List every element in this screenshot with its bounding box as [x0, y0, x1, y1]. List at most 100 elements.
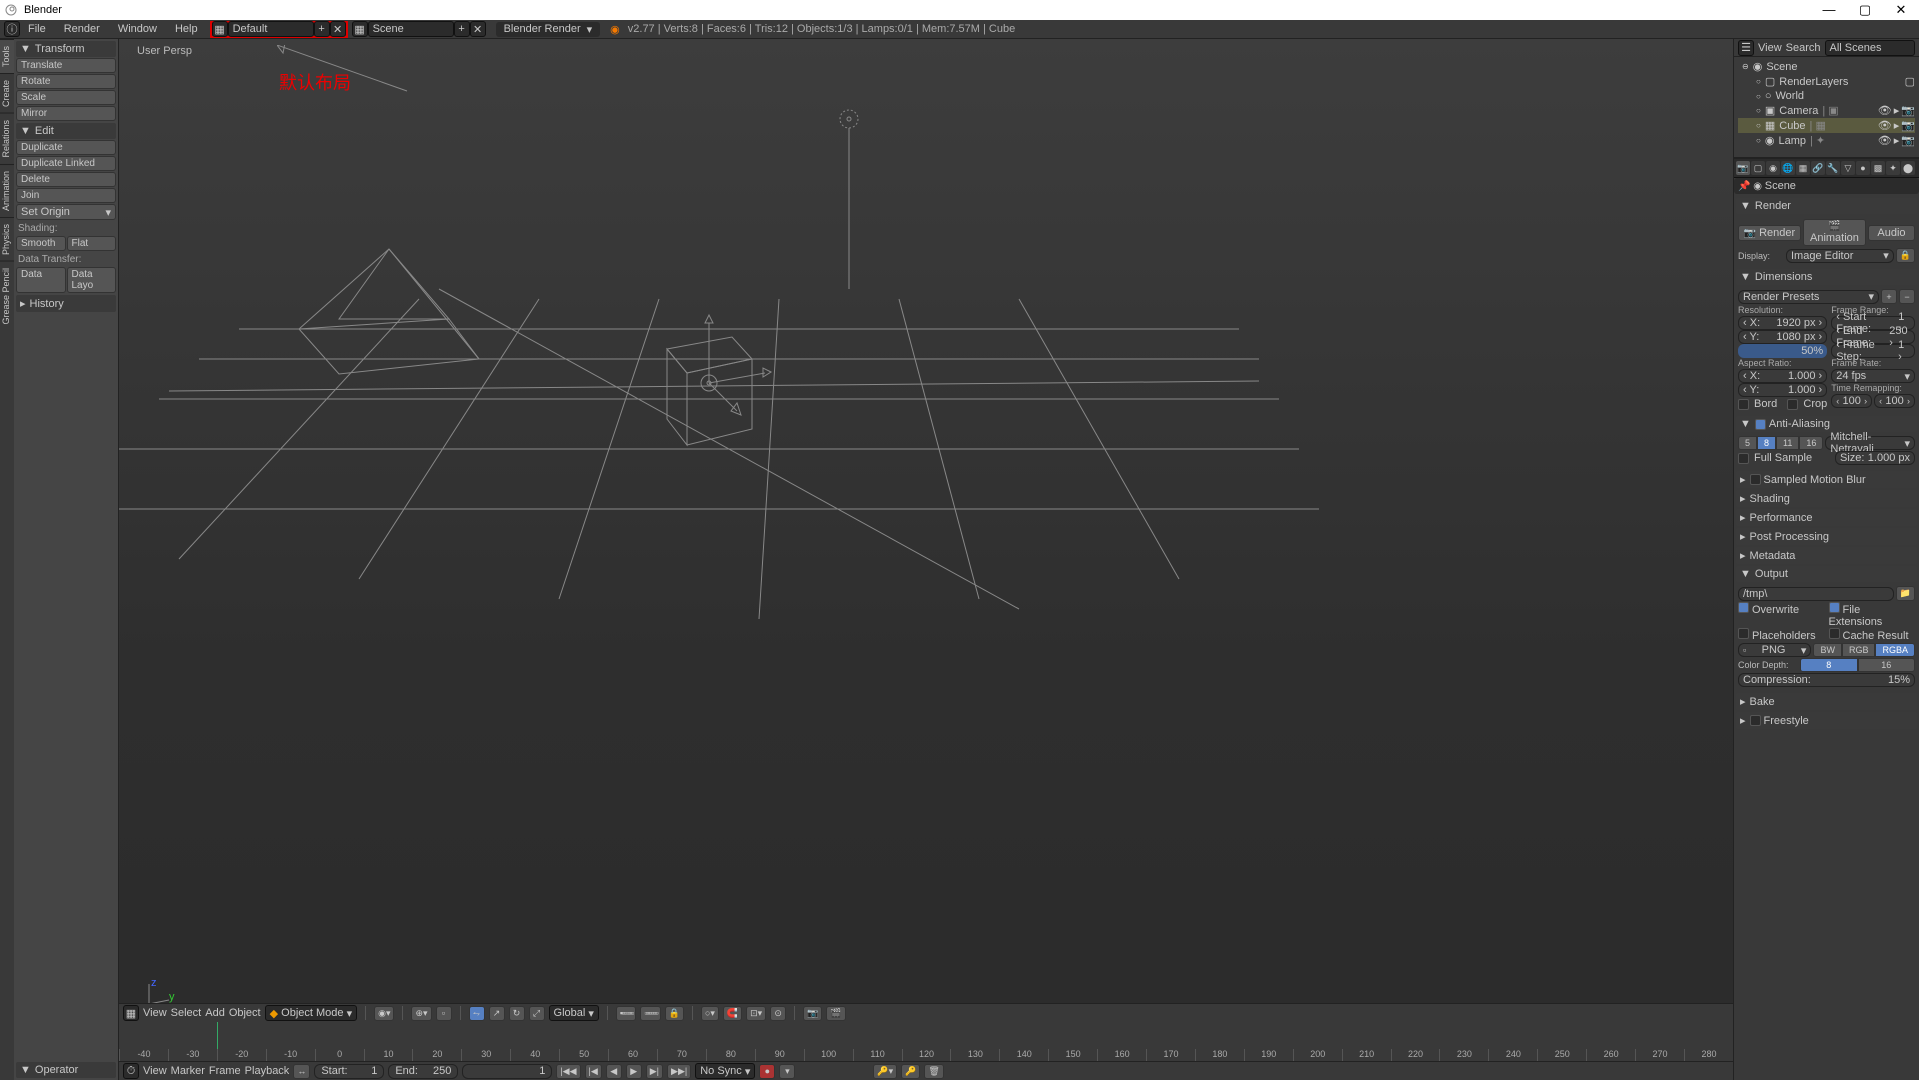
panel-transform[interactable]: ▼Transform	[16, 41, 116, 57]
panel-shading[interactable]: ▸Shading	[1736, 490, 1917, 507]
aspect-y-field[interactable]: ‹ Y:1.000 ›	[1738, 383, 1827, 397]
tl-menu-marker[interactable]: Marker	[171, 1065, 205, 1077]
keyframe-next-icon[interactable]: ▶|	[646, 1064, 663, 1079]
range-icon[interactable]: ↔	[293, 1064, 310, 1079]
res-y-field[interactable]: ‹ Y:1080 px ›	[1738, 330, 1827, 344]
audio-button[interactable]: Audio	[1868, 225, 1915, 241]
play-icon[interactable]: ▶	[626, 1064, 642, 1079]
prop-tab-texture-icon[interactable]: ▩	[1871, 161, 1885, 175]
editor-type-timeline-icon[interactable]: ⏱	[123, 1063, 139, 1079]
layout-add-button[interactable]: +	[314, 21, 330, 37]
mode-selector[interactable]: ◆ Object Mode ▾	[265, 1005, 357, 1021]
shading-mode-icon[interactable]: ◉▾	[374, 1006, 394, 1021]
prop-tab-world-icon[interactable]: 🌐	[1781, 161, 1795, 175]
crop-check[interactable]	[1787, 399, 1798, 410]
cache-check[interactable]	[1829, 628, 1840, 639]
editor-type-outliner-icon[interactable]: ☰	[1738, 40, 1754, 56]
tab-tools[interactable]: Tools	[0, 39, 14, 73]
placeholders-check[interactable]	[1738, 628, 1749, 639]
output-path-field[interactable]: /tmp\	[1738, 587, 1894, 601]
manip-rotate-icon[interactable]: ↻	[509, 1006, 525, 1021]
remap-old[interactable]: ‹ 100 ›	[1831, 394, 1872, 408]
layout-browse-icon[interactable]: ▦	[212, 21, 228, 37]
tl-menu-playback[interactable]: Playback	[245, 1065, 290, 1077]
full-sample-check[interactable]	[1738, 453, 1749, 464]
preset-add-icon[interactable]: +	[1881, 289, 1897, 304]
render-preset-selector[interactable]: Render Presets▾	[1738, 290, 1879, 304]
play-reverse-icon[interactable]: ◀	[606, 1064, 622, 1079]
panel-performance[interactable]: ▸Performance	[1736, 509, 1917, 526]
prop-tab-physics-icon[interactable]: ⬤	[1901, 161, 1915, 175]
proportional-edit-icon[interactable]: ○▾	[701, 1006, 719, 1021]
remap-new[interactable]: ‹ 100 ›	[1874, 394, 1915, 408]
outliner-row[interactable]: ○▣Camera | ▣👁▸📷	[1738, 103, 1915, 118]
editor-type-3dview-icon[interactable]: ▦	[123, 1005, 139, 1021]
menu-window[interactable]: Window	[110, 21, 165, 37]
layers-button-group2[interactable]: ▫▫▫▫▫ ▫▫▫▫▫	[640, 1006, 660, 1021]
lock-layers-icon[interactable]: 🔒	[665, 1006, 684, 1021]
join-button[interactable]: Join	[16, 188, 116, 203]
prop-tab-scene-icon[interactable]: ◉	[1766, 161, 1780, 175]
render-engine-selector[interactable]: Blender Render▾	[496, 22, 601, 37]
preset-del-icon[interactable]: −	[1899, 289, 1915, 304]
keyframe-prev-icon[interactable]: |◀	[585, 1064, 602, 1079]
duplicate-button[interactable]: Duplicate	[16, 140, 116, 155]
orientation-selector[interactable]: Global ▾	[549, 1005, 599, 1021]
3d-viewport[interactable]: User Persp 默认布局	[119, 39, 1733, 1080]
format-selector[interactable]: ▫ PNG▾	[1738, 643, 1811, 657]
rotate-button[interactable]: Rotate	[16, 74, 116, 89]
layers-button-group[interactable]: ▪▫▫▫▫ ▫▫▫▫▫	[616, 1006, 636, 1021]
frame-step-prop[interactable]: ‹ Frame Step:1 ›	[1831, 344, 1915, 358]
panel-freestyle[interactable]: ▸Freestyle	[1736, 712, 1917, 729]
tab-create[interactable]: Create	[0, 73, 14, 113]
scene-browse-icon[interactable]: ▦	[352, 21, 368, 37]
panel-history[interactable]: ▸History	[16, 295, 116, 312]
tab-animation[interactable]: Animation	[0, 164, 14, 217]
aspect-x-field[interactable]: ‹ X:1.000 ›	[1738, 369, 1827, 383]
smooth-button[interactable]: Smooth	[16, 236, 66, 251]
opengl-anim-icon[interactable]: 🎬	[826, 1006, 845, 1021]
prop-tab-data-icon[interactable]: ▽	[1841, 161, 1855, 175]
outliner-row[interactable]: ⊖◉Scene	[1738, 59, 1915, 74]
layout-selector[interactable]: Default	[228, 21, 314, 37]
prop-tab-object-icon[interactable]: ▦	[1796, 161, 1810, 175]
tl-menu-view[interactable]: View	[143, 1065, 167, 1077]
mirror-button[interactable]: Mirror	[16, 106, 116, 121]
3d-menu-view[interactable]: View	[143, 1007, 167, 1019]
aa-enable-check[interactable]	[1755, 419, 1766, 430]
freestyle-check[interactable]	[1750, 715, 1761, 726]
timeline-area[interactable]: -40-30-20-100102030405060708090100110120…	[119, 1022, 1733, 1061]
display-selector[interactable]: Image Editor▾	[1786, 249, 1894, 263]
colordepth-segment[interactable]: 816	[1800, 658, 1915, 672]
render-button[interactable]: 📷 Render	[1738, 225, 1801, 241]
scene-delete-button[interactable]: ✕	[470, 21, 486, 37]
panel-render[interactable]: ▼Render	[1736, 198, 1917, 214]
tab-physics[interactable]: Physics	[0, 217, 14, 261]
outliner-search[interactable]: Search	[1786, 42, 1821, 54]
pivot-align-icon[interactable]: ▫	[436, 1006, 452, 1021]
keying-set-browse-icon[interactable]: 🔑▾	[873, 1064, 897, 1079]
aa-size-field[interactable]: Size:1.000 px	[1835, 451, 1915, 465]
manipulator-toggle-icon[interactable]: ⥊	[469, 1006, 485, 1021]
res-x-field[interactable]: ‹ X:1920 px ›	[1738, 316, 1827, 330]
sync-selector[interactable]: No Sync ▾	[695, 1063, 755, 1079]
border-check[interactable]	[1738, 399, 1749, 410]
translate-button[interactable]: Translate	[16, 58, 116, 73]
overwrite-check[interactable]	[1738, 602, 1749, 613]
maximize-button[interactable]: ▢	[1851, 2, 1879, 18]
properties-breadcrumb[interactable]: 📌 ◉ Scene	[1734, 178, 1919, 194]
panel-output[interactable]: ▼Output	[1736, 566, 1917, 582]
fps-selector[interactable]: 24 fps▾	[1831, 369, 1915, 383]
snap-type-icon[interactable]: ⊡▾	[746, 1006, 766, 1021]
manip-scale-icon[interactable]: ⤢	[529, 1006, 545, 1021]
panel-edit[interactable]: ▼Edit	[16, 123, 116, 139]
3d-menu-add[interactable]: Add	[205, 1007, 225, 1019]
prop-tab-constraints-icon[interactable]: 🔗	[1811, 161, 1825, 175]
scene-selector[interactable]: Scene	[368, 21, 454, 37]
delete-keyframe-icon[interactable]: 🗑	[924, 1064, 943, 1079]
panel-operator[interactable]: ▼Operator	[16, 1062, 116, 1078]
snap-icon[interactable]: 🧲	[723, 1006, 742, 1021]
menu-help[interactable]: Help	[167, 21, 206, 37]
panel-antialiasing[interactable]: ▼Anti-Aliasing	[1736, 416, 1917, 432]
menu-file[interactable]: File	[20, 21, 54, 37]
